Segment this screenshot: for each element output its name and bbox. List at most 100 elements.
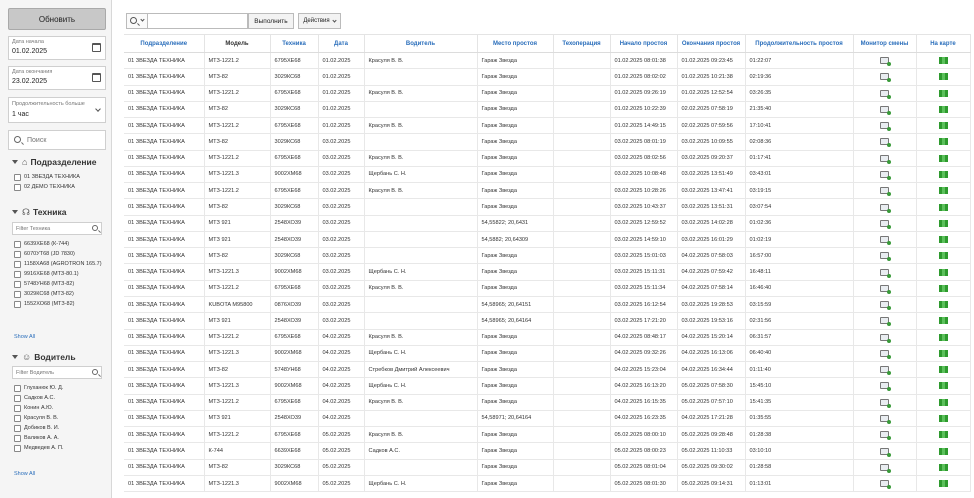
driver-filter-input[interactable] xyxy=(16,368,88,378)
monitor-icon[interactable] xyxy=(880,138,891,148)
filter-option[interactable]: Садков А.С. xyxy=(14,395,108,402)
checkbox[interactable] xyxy=(14,271,21,278)
monitor-icon[interactable] xyxy=(880,57,891,67)
group-driver-header[interactable]: ☺ Водитель xyxy=(12,351,76,363)
map-icon[interactable] xyxy=(938,431,948,439)
map-icon[interactable] xyxy=(938,447,948,455)
map-icon[interactable] xyxy=(938,382,948,390)
monitor-icon[interactable] xyxy=(880,236,891,246)
monitor-icon[interactable] xyxy=(880,187,891,197)
checkbox[interactable] xyxy=(14,405,21,412)
checkbox[interactable] xyxy=(14,435,21,442)
map-icon[interactable] xyxy=(938,414,948,422)
monitor-icon[interactable] xyxy=(880,105,891,115)
map-icon[interactable] xyxy=(938,57,948,65)
filter-option[interactable]: Медведев А. П. xyxy=(14,445,108,452)
checkbox[interactable] xyxy=(14,415,21,422)
col-duration-header[interactable]: Продолжительность простоя xyxy=(745,34,854,53)
map-icon[interactable] xyxy=(938,122,948,130)
col-start-header[interactable]: Начало простоя xyxy=(610,34,678,53)
map-icon[interactable] xyxy=(938,301,948,309)
monitor-icon[interactable] xyxy=(880,73,891,83)
refresh-button[interactable]: Обновить xyxy=(8,8,106,30)
actions-menu-button[interactable]: Действия xyxy=(298,13,341,29)
checkbox[interactable] xyxy=(14,385,21,392)
checkbox[interactable] xyxy=(14,425,21,432)
monitor-icon[interactable] xyxy=(880,431,891,441)
map-icon[interactable] xyxy=(938,398,948,406)
col-operation-header[interactable]: Техоперация xyxy=(553,34,611,53)
monitor-icon[interactable] xyxy=(880,447,891,457)
filter-option[interactable]: 1158ХА68 (AGROTRON 165.7) xyxy=(14,261,108,268)
checkbox[interactable] xyxy=(14,395,21,402)
monitor-icon[interactable] xyxy=(880,170,891,180)
calendar-icon[interactable] xyxy=(92,73,101,82)
filter-option[interactable]: 9916ХЕ68 (МТЗ-80.1) xyxy=(14,271,108,278)
monitor-icon[interactable] xyxy=(880,203,891,213)
checkbox[interactable] xyxy=(14,251,21,258)
vehicle-show-all-link[interactable]: Show All xyxy=(14,334,35,340)
col-map-header[interactable]: На карте xyxy=(916,34,971,53)
filter-option[interactable]: 1552ХО68 (МТЗ-82) xyxy=(14,301,108,308)
filter-option[interactable]: Добиков В. И. xyxy=(14,425,108,432)
group-vehicle-header[interactable]: ☊ Техника xyxy=(12,206,66,218)
execute-button[interactable]: Выполнить xyxy=(248,13,294,29)
col-end-header[interactable]: Окончания простоя xyxy=(677,34,746,53)
search-column-dropdown[interactable] xyxy=(126,13,148,29)
monitor-icon[interactable] xyxy=(880,219,891,229)
driver-show-all-link[interactable]: Show All xyxy=(14,471,35,477)
monitor-icon[interactable] xyxy=(880,366,891,376)
map-icon[interactable] xyxy=(938,252,948,260)
monitor-icon[interactable] xyxy=(880,382,891,392)
checkbox[interactable] xyxy=(14,174,21,181)
checkbox[interactable] xyxy=(14,281,21,288)
map-icon[interactable] xyxy=(938,463,948,471)
calendar-icon[interactable] xyxy=(92,43,101,52)
monitor-icon[interactable] xyxy=(880,252,891,262)
checkbox[interactable] xyxy=(14,241,21,248)
monitor-icon[interactable] xyxy=(880,398,891,408)
col-vehicle-header[interactable]: Техника xyxy=(270,34,319,53)
report-search-input[interactable] xyxy=(150,15,246,28)
sidebar-search-input[interactable] xyxy=(27,134,103,147)
date-end-field[interactable]: Дата окончания 23.02.2025 xyxy=(8,66,106,90)
checkbox[interactable] xyxy=(14,445,21,452)
monitor-icon[interactable] xyxy=(880,349,891,359)
map-icon[interactable] xyxy=(938,480,948,488)
map-icon[interactable] xyxy=(938,317,948,325)
col-location-header[interactable]: Место простоя xyxy=(477,34,554,53)
monitor-icon[interactable] xyxy=(880,284,891,294)
map-icon[interactable] xyxy=(938,236,948,244)
date-end-value[interactable]: 23.02.2025 xyxy=(12,78,47,85)
monitor-icon[interactable] xyxy=(880,154,891,164)
monitor-icon[interactable] xyxy=(880,122,891,132)
date-start-value[interactable]: 01.02.2025 xyxy=(12,48,47,55)
map-icon[interactable] xyxy=(938,73,948,81)
monitor-icon[interactable] xyxy=(880,463,891,473)
monitor-icon[interactable] xyxy=(880,301,891,311)
map-icon[interactable] xyxy=(938,89,948,97)
filter-option[interactable]: Валиков А. А. xyxy=(14,435,108,442)
vehicle-filter-input[interactable] xyxy=(16,224,88,234)
monitor-icon[interactable] xyxy=(880,268,891,278)
date-start-field[interactable]: Дата начала 01.02.2025 xyxy=(8,36,106,60)
monitor-icon[interactable] xyxy=(880,89,891,99)
filter-option[interactable]: 6070УТ68 (JD 7830) xyxy=(14,251,108,258)
monitor-icon[interactable] xyxy=(880,333,891,343)
map-icon[interactable] xyxy=(938,284,948,292)
checkbox[interactable] xyxy=(14,261,21,268)
checkbox[interactable] xyxy=(14,291,21,298)
map-icon[interactable] xyxy=(938,366,948,374)
filter-option[interactable]: 6639ХЕ68 (К-744) xyxy=(14,241,108,248)
col-date-header[interactable]: Дата xyxy=(318,34,365,53)
filter-option[interactable]: Красуля В. В. xyxy=(14,415,108,422)
map-icon[interactable] xyxy=(938,170,948,178)
col-model-header[interactable]: Модель xyxy=(204,34,271,53)
map-icon[interactable] xyxy=(938,187,948,195)
filter-option[interactable]: 02 ДЕМО ТЕХНИКА xyxy=(14,184,108,191)
filter-option[interactable]: 5748УН68 (МТЗ-82) xyxy=(14,281,108,288)
col-monitor-header[interactable]: Монитор смены xyxy=(853,34,917,53)
group-division-header[interactable]: ⌂ Подразделение xyxy=(12,156,97,168)
map-icon[interactable] xyxy=(938,154,948,162)
col-driver-header[interactable]: Водитель xyxy=(364,34,478,53)
